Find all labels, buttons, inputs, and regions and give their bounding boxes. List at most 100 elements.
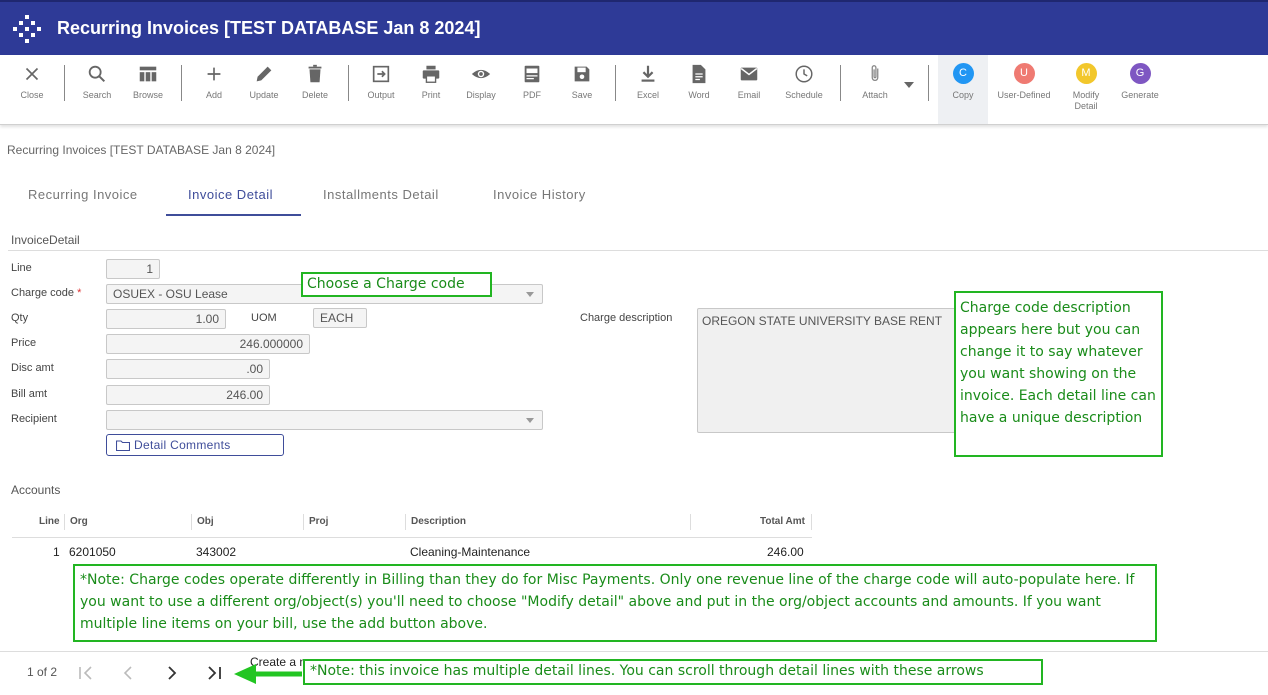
- table-header-line: [12, 537, 812, 538]
- toolbar-separator: [181, 65, 182, 101]
- save-button[interactable]: Save: [554, 63, 610, 100]
- section-title-accounts: Accounts: [11, 483, 61, 497]
- paperclip-icon: [847, 63, 903, 89]
- excel-button[interactable]: Excel: [620, 63, 676, 100]
- document-icon: [671, 63, 727, 89]
- toolbar-separator: [840, 65, 841, 101]
- uom-field[interactable]: EACH: [313, 308, 367, 328]
- chevron-down-icon[interactable]: [904, 82, 914, 88]
- word-button[interactable]: Word: [671, 63, 727, 100]
- column-header-obj: Obj: [197, 516, 214, 527]
- user-defined-icon: U: [1013, 63, 1035, 84]
- column-divider: [64, 514, 65, 530]
- delete-button[interactable]: Delete: [287, 63, 343, 100]
- app-title: Recurring Invoices [TEST DATABASE Jan 8 …: [57, 18, 481, 38]
- row-obj: 343002: [196, 545, 237, 559]
- add-button[interactable]: Add: [186, 63, 242, 100]
- disc-amt-label: Disc amt: [11, 362, 54, 374]
- column-header-org: Org: [70, 516, 88, 527]
- tab-invoice-history[interactable]: Invoice History: [493, 187, 586, 202]
- column-header-line: Line: [39, 516, 60, 527]
- column-divider: [811, 514, 812, 530]
- first-page-icon[interactable]: [76, 663, 96, 683]
- required-mark: *: [77, 287, 82, 299]
- modify-detail-button[interactable]: M Modify Detail: [1058, 63, 1114, 111]
- qty-label: Qty: [11, 312, 29, 324]
- clock-icon: [776, 63, 832, 89]
- next-page-icon[interactable]: [162, 663, 182, 683]
- printer-icon: [403, 63, 459, 89]
- toolbar-separator: [615, 65, 616, 101]
- column-header-description: Description: [411, 516, 467, 527]
- attach-button[interactable]: Attach: [847, 63, 903, 100]
- email-button[interactable]: Email: [721, 63, 777, 100]
- line-label: Line: [11, 262, 32, 274]
- generate-button[interactable]: G Generate: [1112, 63, 1168, 100]
- column-divider: [405, 514, 406, 530]
- close-icon: [4, 63, 60, 89]
- close-button[interactable]: Close: [4, 63, 60, 100]
- price-field[interactable]: 246.000000: [106, 334, 310, 354]
- section-title-invoice-detail: InvoiceDetail: [11, 233, 80, 247]
- callout-charge-description: Charge code description appears here but…: [954, 291, 1163, 457]
- row-org: 6201050: [69, 545, 116, 559]
- bill-amt-field[interactable]: 246.00: [106, 385, 270, 405]
- copy-button[interactable]: C Copy: [935, 63, 991, 100]
- callout-billing-note: *Note: Charge codes operate differently …: [73, 564, 1157, 642]
- charge-description-label: Charge description: [580, 312, 673, 324]
- toolbar: Close Search Browse Add Update Delete Ou…: [0, 55, 1268, 125]
- column-header-total-amt: Total Amt: [760, 516, 805, 527]
- floppy-icon: [554, 63, 610, 89]
- disc-amt-field[interactable]: .00: [106, 359, 270, 379]
- envelope-icon: [721, 63, 777, 89]
- toolbar-separator: [64, 65, 65, 101]
- last-page-icon[interactable]: [205, 663, 225, 683]
- pdf-button[interactable]: PDF: [504, 63, 560, 100]
- update-button[interactable]: Update: [236, 63, 292, 100]
- print-button[interactable]: Print: [403, 63, 459, 100]
- charge-description-field[interactable]: OREGON STATE UNIVERSITY BASE RENT: [697, 308, 997, 433]
- column-header-proj: Proj: [309, 516, 329, 527]
- trash-icon: [287, 63, 343, 89]
- breadcrumb: Recurring Invoices [TEST DATABASE Jan 8 …: [7, 143, 276, 157]
- active-tab-indicator: [166, 214, 301, 216]
- copy-icon: C: [952, 63, 974, 84]
- toolbar-separator: [348, 65, 349, 101]
- display-button[interactable]: Display: [453, 63, 509, 100]
- recipient-label: Recipient: [11, 413, 57, 425]
- pencil-icon: [236, 63, 292, 89]
- green-arrow-icon: [234, 664, 302, 684]
- row-total-amt: 246.00: [767, 545, 804, 559]
- pager-count: 1 of 2: [27, 665, 58, 679]
- tab-installments-detail[interactable]: Installments Detail: [323, 187, 439, 202]
- column-divider: [303, 514, 304, 530]
- plus-icon: [186, 63, 242, 89]
- qty-field[interactable]: 1.00: [106, 309, 226, 329]
- callout-detail-lines-note: *Note: this invoice has multiple detail …: [303, 659, 1043, 685]
- eye-icon: [453, 63, 509, 89]
- search-button[interactable]: Search: [69, 63, 125, 100]
- detail-comments-button[interactable]: Detail Comments: [106, 434, 284, 456]
- bill-amt-label: Bill amt: [11, 388, 48, 400]
- callout-charge-code: Choose a Charge code: [301, 272, 492, 297]
- row-line: 1: [53, 545, 60, 559]
- tab-recurring-invoice[interactable]: Recurring Invoice: [28, 187, 138, 202]
- row-description: Cleaning-Maintenance: [410, 545, 531, 559]
- line-field[interactable]: 1: [106, 259, 160, 279]
- search-icon: [69, 63, 125, 89]
- recipient-select[interactable]: [106, 410, 543, 430]
- app-logo-icon: [13, 15, 41, 43]
- schedule-button[interactable]: Schedule: [776, 63, 832, 100]
- toolbar-separator: [928, 65, 929, 101]
- title-bar: Recurring Invoices [TEST DATABASE Jan 8 …: [0, 0, 1268, 55]
- tab-invoice-detail[interactable]: Invoice Detail: [188, 187, 273, 202]
- charge-code-label: Charge code *: [11, 287, 82, 299]
- output-button[interactable]: Output: [353, 63, 409, 100]
- browse-button[interactable]: Browse: [120, 63, 176, 100]
- output-icon: [353, 63, 409, 89]
- price-label: Price: [11, 337, 37, 349]
- previous-page-icon[interactable]: [118, 663, 138, 683]
- column-divider: [690, 514, 691, 530]
- uom-label: UOM: [251, 312, 277, 324]
- user-defined-button[interactable]: U User-Defined: [992, 63, 1056, 100]
